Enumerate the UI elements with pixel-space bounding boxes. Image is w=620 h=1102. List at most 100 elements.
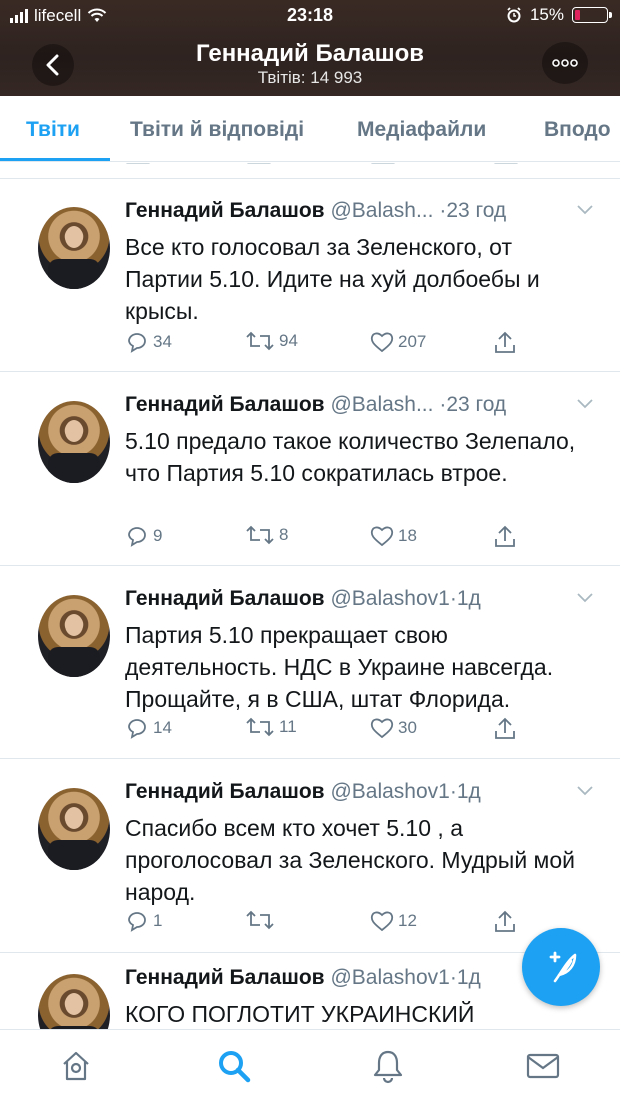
profile-name-title: Геннадий Балашов — [195, 40, 425, 67]
retweet-button[interactable]: 94 — [245, 331, 298, 351]
tweet-author-handle: @Balashov1 — [330, 966, 450, 989]
tweet-author-name: Геннадий Балашов — [125, 780, 325, 803]
share-button[interactable] — [493, 717, 517, 741]
avatar[interactable] — [38, 595, 110, 677]
bottom-navigation — [0, 1029, 620, 1102]
tweet-item[interactable]: Геннадий Балашов @Balash... ·23 год 5.10… — [0, 373, 620, 566]
avatar[interactable] — [38, 401, 110, 483]
share-icon — [495, 717, 515, 739]
tweet-text: КОГО ПОГЛОТИТ УКРАИНСКИЙ — [125, 1001, 475, 1027]
share-button[interactable] — [493, 331, 517, 355]
retweet-button[interactable]: 8 — [245, 525, 288, 545]
separator-dot: · — [449, 587, 457, 610]
tweet-time: 1д — [456, 966, 481, 989]
tweet-header: Геннадий Балашов @Balashov1·1д — [125, 587, 605, 611]
tweet-text: Спасибо всем кто хочет 5.10 , а проголос… — [125, 815, 576, 905]
tweet-time: 1д — [456, 587, 481, 610]
heart-icon — [370, 911, 394, 932]
like-button[interactable]: 12 — [370, 910, 417, 932]
reply-icon — [128, 719, 146, 739]
battery-icon — [572, 7, 612, 23]
tweet-count: Твітів: 14 993 — [257, 68, 363, 87]
retweet-icon — [246, 331, 274, 351]
tweet-header: Геннадий Балашов @Balashov1·1д — [125, 780, 605, 804]
retweet-icon — [246, 717, 274, 737]
retweet-button[interactable] — [245, 910, 279, 930]
tweet-text: 5.10 предало такое количество Зелепало, … — [125, 428, 576, 486]
like-count: 12 — [398, 911, 417, 930]
tweet-text: Партия 5.10 прекращает свою деятельность… — [125, 622, 554, 712]
tweet-actions: 34 94 207 — [125, 331, 545, 359]
tweet-header: Геннадий Балашов @Balash... ·23 год — [125, 199, 605, 223]
tweet-time: 23 год — [446, 393, 507, 416]
share-button[interactable] — [493, 910, 517, 934]
tweet-author-handle: @Balashov1 — [330, 587, 450, 610]
tweet-author-name: Геннадий Балашов — [125, 966, 325, 989]
retweet-button[interactable]: 11 — [245, 717, 297, 737]
tweet-item[interactable]: Геннадий Балашов @Balash... ·23 год Все … — [0, 179, 620, 372]
nav-home[interactable] — [56, 1048, 96, 1084]
tweet-text: Все кто голосовал за Зеленского, от Парт… — [125, 234, 540, 324]
retweet-count: 94 — [279, 331, 298, 350]
share-icon — [495, 525, 515, 547]
avatar[interactable] — [38, 974, 110, 1029]
reply-button[interactable]: 9 — [125, 525, 162, 547]
more-dots-icon — [552, 59, 578, 67]
retweet-count: 11 — [279, 717, 297, 736]
avatar[interactable] — [38, 788, 110, 870]
tab-tweets-and-replies[interactable]: Твіти й відповіді — [130, 118, 304, 142]
reply-icon — [128, 912, 146, 932]
tab-media[interactable]: Медіафайли — [357, 118, 486, 142]
like-count: 30 — [398, 718, 417, 737]
compose-tweet-button[interactable] — [522, 928, 600, 1006]
reply-count: 1 — [153, 911, 163, 930]
tweet-author-handle: @Balash... — [330, 199, 434, 222]
separator-dot: · — [449, 966, 457, 989]
chevron-down-icon[interactable] — [577, 786, 593, 796]
tweet-feed[interactable]: Геннадий Балашов @Balash... ·23 год Все … — [0, 163, 620, 1029]
tab-likes[interactable]: Вподо — [544, 118, 611, 142]
share-icon — [495, 331, 515, 353]
search-icon — [219, 1051, 251, 1083]
tab-tweets[interactable]: Твіти — [26, 118, 80, 142]
retweet-count: 8 — [279, 525, 289, 544]
compose-tweet-icon — [549, 951, 577, 983]
nav-search[interactable] — [214, 1048, 254, 1084]
tweet-author-name: Геннадий Балашов — [125, 393, 325, 416]
share-icon — [495, 910, 515, 932]
tweet-time: 1д — [456, 780, 481, 803]
nav-messages[interactable] — [523, 1048, 563, 1084]
reply-count: 9 — [153, 526, 163, 545]
avatar[interactable] — [38, 207, 110, 289]
more-button[interactable] — [542, 42, 588, 84]
retweet-icon — [246, 525, 274, 545]
tweet-item[interactable]: Геннадий Балашов @Balashov1·1д Партия 5.… — [0, 567, 620, 759]
reply-icon — [128, 527, 146, 547]
like-button[interactable]: 30 — [370, 717, 417, 739]
chevron-down-icon[interactable] — [577, 593, 593, 603]
tweet-header: Геннадий Балашов @Balash... ·23 год — [125, 393, 605, 417]
heart-icon — [370, 718, 394, 739]
separator-dot: · — [449, 780, 457, 803]
status-bar-right: 15% — [506, 5, 612, 25]
reply-button[interactable]: 1 — [125, 910, 162, 932]
nav-notifications[interactable] — [368, 1048, 408, 1084]
tweet-item[interactable]: Геннадий Балашов @Balashov1·1д Спасибо в… — [0, 760, 620, 953]
status-bar: lifecell 23:18 15% — [0, 0, 620, 32]
like-button[interactable]: 207 — [370, 331, 426, 353]
like-button[interactable]: 18 — [370, 525, 417, 547]
reply-count: 34 — [153, 332, 172, 351]
chevron-down-icon[interactable] — [577, 205, 593, 215]
share-button[interactable] — [493, 525, 517, 549]
reply-button[interactable]: 14 — [125, 717, 172, 739]
like-count: 207 — [398, 332, 427, 351]
reply-button[interactable]: 34 — [125, 331, 172, 353]
previous-tweet-edge — [0, 163, 620, 179]
alarm-icon — [507, 7, 521, 23]
tweet-time: 23 год — [446, 199, 507, 222]
profile-tabs: Твіти Твіти й відповіді Медіафайли Вподо — [0, 96, 620, 162]
tweet-actions: 9 8 18 — [125, 525, 545, 553]
reply-icon — [128, 333, 146, 353]
chevron-down-icon[interactable] — [577, 399, 593, 409]
tweet-author-name: Геннадий Балашов — [125, 199, 325, 222]
